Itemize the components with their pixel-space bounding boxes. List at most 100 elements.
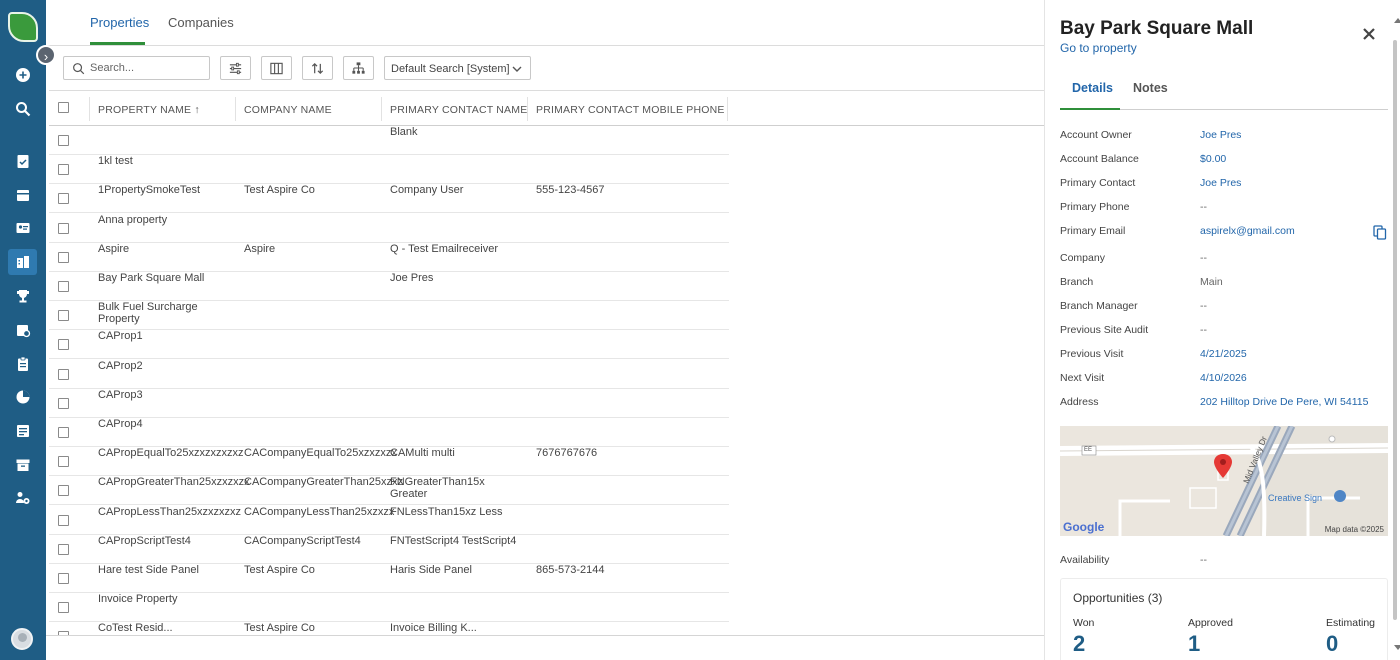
properties-icon[interactable]	[8, 249, 37, 275]
panel-tab-notes[interactable]: Notes	[1133, 81, 1168, 95]
table-row[interactable]: 1kl test	[49, 155, 729, 185]
availability-label: Availability	[1060, 554, 1110, 566]
search-input[interactable]	[90, 60, 200, 76]
cell-property-name: CAProp1	[98, 330, 143, 343]
detail-label-previous-visit: Previous Visit	[1060, 348, 1124, 360]
column-header-primary-contact-mobile-phone[interactable]: PRIMARY CONTACT MOBILE PHONE	[536, 104, 725, 116]
detail-label-primary-email: Primary Email	[1060, 225, 1126, 237]
trophy-icon[interactable]	[0, 283, 46, 309]
scroll-up-arrow[interactable]	[1394, 18, 1400, 23]
close-icon[interactable]	[1361, 26, 1377, 42]
row-checkbox[interactable]	[58, 543, 69, 555]
column-header-company-name[interactable]: COMPANY NAME	[244, 104, 332, 116]
table-row[interactable]: CoTest Resid... Test Aspire Co Invoice Bil…	[49, 622, 729, 636]
detail-value-previous-visit[interactable]: 4/21/2025	[1200, 348, 1247, 360]
panel-tab-details[interactable]: Details	[1072, 81, 1113, 95]
cell-company-name: CACompanyScriptTest4	[244, 534, 361, 547]
report-icon[interactable]	[0, 418, 46, 444]
stat-won-value[interactable]: 2	[1073, 631, 1085, 657]
chevron-right-icon[interactable]: ›	[36, 45, 56, 65]
calendar-icon[interactable]	[0, 182, 46, 208]
table-row[interactable]: CAProp3	[49, 389, 729, 418]
cell-company-name: CACompanyGreaterThan25xzxz	[244, 476, 403, 489]
table-row[interactable]: CAPropGreaterThan25xzxzxzx CACompanyGreat…	[49, 476, 729, 506]
detail-value-account-owner[interactable]: Joe Pres	[1200, 129, 1241, 141]
cell-company-name: Test Aspire Co	[244, 622, 315, 635]
saved-search-select[interactable]: Default Search [System]	[384, 56, 531, 80]
clipboard-check-icon[interactable]	[0, 148, 46, 174]
plus-circle-icon[interactable]	[0, 62, 46, 88]
filter-button[interactable]	[220, 56, 251, 80]
table-row[interactable]: CAPropLessThan25xzxzxzxz CACompanyLessTha…	[49, 506, 729, 535]
row-checkbox[interactable]	[58, 251, 69, 263]
go-to-property-link[interactable]: Go to property	[1060, 41, 1137, 55]
tab-properties[interactable]: Properties	[90, 15, 149, 30]
table-row[interactable]: Blank	[49, 126, 729, 155]
people-gear-icon[interactable]	[0, 485, 46, 511]
app-logo[interactable]	[8, 12, 38, 42]
stat-approved-value[interactable]: 1	[1188, 631, 1200, 657]
detail-value-address[interactable]: 202 Hilltop Drive De Pere, WI 54115	[1200, 396, 1368, 408]
user-avatar[interactable]	[11, 628, 33, 650]
detail-value-primary-email[interactable]: aspirelx@gmail.com	[1200, 225, 1295, 237]
detail-value-primary-contact[interactable]: Joe Pres	[1200, 177, 1241, 189]
hierarchy-button[interactable]	[343, 56, 374, 80]
table-row[interactable]: CAProp2	[49, 360, 729, 389]
detail-value-account-balance[interactable]: $0.00	[1200, 153, 1226, 165]
row-checkbox[interactable]	[58, 427, 69, 438]
calendar-settings-icon[interactable]	[0, 317, 46, 343]
table-row[interactable]: Aspire Aspire Q - Test Emailreceiver	[49, 243, 729, 272]
row-checkbox[interactable]	[58, 310, 69, 322]
table-row[interactable]: Anna property	[49, 214, 729, 243]
archive-icon[interactable]	[0, 452, 46, 478]
sort-button[interactable]	[302, 56, 333, 80]
cell-primary-contact-name: Joe Pres	[390, 272, 434, 284]
row-checkbox[interactable]	[58, 164, 69, 176]
table-row[interactable]: Bulk Fuel Surcharge Property	[49, 301, 729, 331]
row-checkbox[interactable]	[58, 397, 69, 409]
row-checkbox[interactable]	[58, 135, 69, 146]
columns-button[interactable]	[261, 56, 292, 80]
table-row[interactable]: Hare test Side Panel Test Aspire Co Haris …	[49, 564, 729, 593]
scroll-down-arrow[interactable]	[1394, 645, 1400, 650]
row-checkbox[interactable]	[58, 573, 69, 584]
pie-chart-icon[interactable]	[0, 384, 46, 410]
table-row[interactable]: CAProp1	[49, 330, 729, 360]
panel-scrollbar[interactable]	[1392, 30, 1398, 630]
stat-estimating-value[interactable]: 0	[1326, 631, 1338, 657]
detail-value-previous-site-audit: --	[1200, 324, 1207, 336]
search-icon[interactable]	[0, 96, 46, 122]
row-checkbox[interactable]	[58, 368, 69, 380]
row-checkbox[interactable]	[58, 485, 69, 497]
row-checkbox[interactable]	[58, 222, 69, 234]
contact-card-icon[interactable]	[0, 215, 46, 241]
row-checkbox[interactable]	[58, 281, 69, 292]
column-divider	[727, 97, 728, 121]
clipboard-icon[interactable]	[0, 351, 46, 377]
scrollbar-thumb[interactable]	[1393, 40, 1397, 620]
row-checkbox[interactable]	[58, 193, 69, 205]
detail-label-primary-contact: Primary Contact	[1060, 177, 1136, 189]
table-row[interactable]: CAPropEqualTo25xzxzxzxzxz CACompanyEqualT…	[49, 447, 729, 477]
table-row[interactable]: 1PropertySmokeTest Test Aspire Co Company …	[49, 184, 729, 214]
detail-value-company: --	[1200, 252, 1207, 264]
row-checkbox[interactable]	[58, 456, 69, 468]
table-row[interactable]: Invoice Property	[49, 593, 729, 623]
search-icon	[73, 63, 85, 75]
table-row[interactable]: CAPropScriptTest4 CACompanyScriptTest4 FNT…	[49, 535, 729, 564]
cell-primary-contact-mobile-phone: 555-123-4567	[536, 184, 605, 197]
row-checkbox[interactable]	[58, 602, 69, 614]
column-header-property-name[interactable]: PROPERTY NAME ↑	[98, 104, 200, 116]
property-map[interactable]: Google Map data ©2025 Creative Sign Mid …	[1060, 426, 1388, 536]
copy-icon[interactable]	[1373, 225, 1387, 240]
table-row[interactable]: Bay Park Square Mall Joe Pres	[49, 272, 729, 301]
panel-title: Bay Park Square Mall	[1060, 18, 1254, 39]
select-all-checkbox[interactable]	[58, 102, 69, 113]
row-checkbox[interactable]	[58, 514, 69, 526]
detail-value-next-visit[interactable]: 4/10/2026	[1200, 372, 1247, 384]
row-checkbox[interactable]	[58, 339, 69, 351]
table-row[interactable]: CAProp4	[49, 418, 729, 447]
column-header-primary-contact-name[interactable]: PRIMARY CONTACT NAME	[390, 104, 527, 116]
tab-companies[interactable]: Companies	[168, 15, 234, 30]
cell-company-name: CACompanyEqualTo25xzxzxzx	[244, 447, 397, 460]
